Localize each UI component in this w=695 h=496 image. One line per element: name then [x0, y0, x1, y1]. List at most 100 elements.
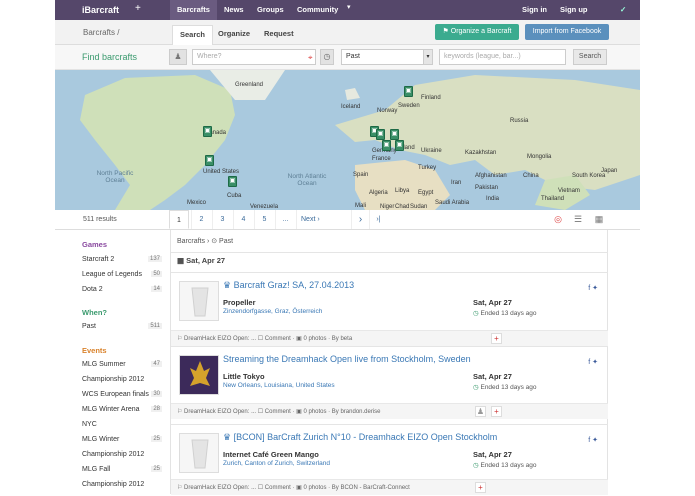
social-share-icons[interactable]: f ✦	[588, 436, 598, 444]
filter-label: MLG Fall	[82, 466, 111, 473]
filter-count: 30	[151, 391, 162, 397]
grid-view-icon[interactable]: ▦	[590, 210, 608, 229]
filter-past[interactable]: Past 511	[82, 323, 162, 330]
filter-starcraft2[interactable]: Starcraft 2 137	[82, 256, 162, 263]
import-facebook-button[interactable]: Import from Facebook	[525, 24, 609, 40]
event-card[interactable]: Streaming the Dreamhack Open live from S…	[171, 346, 608, 424]
nav-groups[interactable]: Groups	[250, 0, 291, 20]
venue-address[interactable]: Zurich, Canton of Zurich, Switzerland	[223, 460, 330, 467]
sign-in-link[interactable]: Sign in	[522, 0, 547, 20]
map-marker-icon[interactable]: ▣	[205, 155, 214, 166]
tab-request[interactable]: Request	[257, 25, 301, 45]
filter-count: 511	[148, 323, 162, 329]
map-marker-icon[interactable]: ▣	[395, 140, 404, 151]
search-button[interactable]: Search	[573, 49, 607, 65]
brand-logo[interactable]: iBarcraft	[82, 5, 119, 15]
results-breadcrumb[interactable]: Barcrafts › ⊙ Past	[177, 237, 233, 245]
add-button[interactable]: +	[475, 482, 486, 493]
where-input[interactable]: Where?	[192, 49, 316, 65]
event-card[interactable]: ♛ Barcraft Graz! SA, 27.04.2013 f ✦ Prop…	[171, 272, 608, 356]
map-label: Algeria	[369, 190, 388, 196]
social-share-icons[interactable]: f ✦	[588, 358, 598, 366]
top-navbar: iBarcraft + Barcrafts News Groups Commun…	[55, 0, 640, 20]
list-view-icon[interactable]: ☰	[569, 210, 587, 229]
event-status: ◷ Ended 13 days ago	[473, 461, 537, 469]
filter-event[interactable]: MLG Summer 47	[82, 361, 162, 368]
filter-event[interactable]: MLG Fall 25	[82, 466, 162, 473]
map-marker-icon[interactable]: ▣	[376, 129, 385, 140]
organize-barcraft-button[interactable]: ⚑ Organize a Barcraft	[435, 24, 519, 40]
event-title-link[interactable]: ♛ [BCON] BarCraft Zurich N°10 - Dreamhac…	[223, 432, 497, 443]
add-button[interactable]: +	[491, 406, 502, 417]
filter-event[interactable]: Championship 2012	[82, 376, 162, 383]
add-button[interactable]: +	[491, 333, 502, 344]
nav-news[interactable]: News	[217, 0, 251, 20]
filter-event[interactable]: Championship 2012	[82, 451, 162, 458]
filter-event[interactable]: WCS European finals 30	[82, 391, 162, 398]
world-map[interactable]: Iceland Sweden Finland Norway Russia Kaz…	[55, 70, 640, 210]
filter-event[interactable]: MLG Winter Arena 28	[82, 406, 162, 413]
tab-organize[interactable]: Organize	[211, 25, 257, 45]
fleur-de-lis-icon	[190, 361, 210, 386]
filter-event[interactable]: NYC	[82, 421, 162, 428]
filter-dota2[interactable]: Dota 2 14	[82, 286, 162, 293]
filter-label: MLG Summer	[82, 361, 126, 368]
clock-icon[interactable]: ◷	[320, 49, 334, 65]
location-icon[interactable]: ◎	[549, 210, 567, 229]
event-card[interactable]: ♛ [BCON] BarCraft Zurich N°10 - Dreamhac…	[171, 424, 608, 495]
add-icon[interactable]: +	[135, 3, 141, 14]
map-marker-icon[interactable]: ▣	[228, 176, 237, 187]
page-1[interactable]: 1	[169, 210, 189, 229]
find-barcrafts-title: Find barcrafts	[82, 52, 138, 62]
page-2[interactable]: 2	[191, 210, 211, 229]
social-share-icons[interactable]: f ✦	[588, 284, 598, 292]
nav-more-chevron-icon[interactable]: ▾	[347, 3, 351, 11]
map-landmass	[80, 70, 640, 210]
chevron-down-icon[interactable]: ▾	[423, 49, 433, 65]
next-arrow-icon[interactable]: ›	[351, 210, 369, 229]
venue-address[interactable]: New Orleans, Louisiana, United States	[223, 382, 335, 389]
event-thumbnail	[179, 433, 219, 473]
event-footer[interactable]: ⚐ DreamHack EIZO Open: ... ☐ Comment · ▣…	[171, 330, 608, 346]
sign-up-link[interactable]: Sign up	[560, 0, 588, 20]
map-label: Turkey	[418, 165, 437, 171]
filter-event[interactable]: MLG Winter 25	[82, 436, 162, 443]
event-footer[interactable]: ⚐ DreamHack EIZO Open: ... ☐ Comment · ▣…	[171, 403, 608, 419]
last-page-icon[interactable]: ›|	[369, 210, 387, 229]
event-title: [BCON] BarCraft Zurich N°10 - Dreamhack …	[233, 432, 498, 442]
filter-league-of-legends[interactable]: League of Legends 50	[82, 271, 162, 278]
map-label: India	[486, 196, 500, 202]
page-3[interactable]: 3	[212, 210, 232, 229]
keywords-input[interactable]: keywords (league, bar...)	[439, 49, 566, 65]
nav-community[interactable]: Community	[290, 0, 345, 20]
location-pin-icon[interactable]: ⌖	[308, 53, 313, 63]
time-select[interactable]: Past	[341, 49, 431, 65]
map-marker-icon[interactable]: ▣	[404, 86, 413, 97]
person-icon[interactable]: ♟	[169, 49, 187, 65]
map-marker-icon[interactable]: ▣	[382, 140, 391, 151]
filter-count: 25	[151, 466, 162, 472]
tab-search[interactable]: Search	[172, 25, 214, 45]
filter-label: Dota 2	[82, 286, 103, 293]
attendee-icon[interactable]: ♟	[475, 406, 486, 417]
map-marker-icon[interactable]: ▣	[203, 126, 212, 137]
map-marker-icon[interactable]: ▣	[390, 129, 399, 140]
event-footer[interactable]: ⚐ DreamHack EIZO Open: ... ☐ Comment · ▣…	[171, 479, 608, 495]
page-ellipsis[interactable]: ...	[275, 210, 295, 229]
map-label: Iran	[451, 180, 462, 186]
filter-count: 25	[151, 436, 162, 442]
date-header-label: Sat, Apr 27	[186, 256, 226, 265]
event-title[interactable]: Streaming the Dreamhack Open live from S…	[223, 354, 471, 364]
page-4[interactable]: 4	[233, 210, 253, 229]
nav-barcrafts[interactable]: Barcrafts	[170, 0, 217, 20]
map-label: Kazakhstan	[465, 150, 497, 156]
next-page-link[interactable]: Next ›	[296, 210, 351, 229]
map-label: Egypt	[418, 190, 434, 196]
filter-event[interactable]: Championship 2012	[82, 481, 162, 488]
breadcrumb[interactable]: Barcrafts /	[83, 28, 119, 37]
venue-address[interactable]: Zinzendorfgasse, Graz, Österreich	[223, 308, 322, 315]
twitter-icon[interactable]: ✓	[620, 0, 626, 20]
event-title-link[interactable]: ♛ Barcraft Graz! SA, 27.04.2013	[223, 280, 354, 291]
page-5[interactable]: 5	[254, 210, 274, 229]
event-status-label: Ended 13 days ago	[480, 310, 537, 317]
